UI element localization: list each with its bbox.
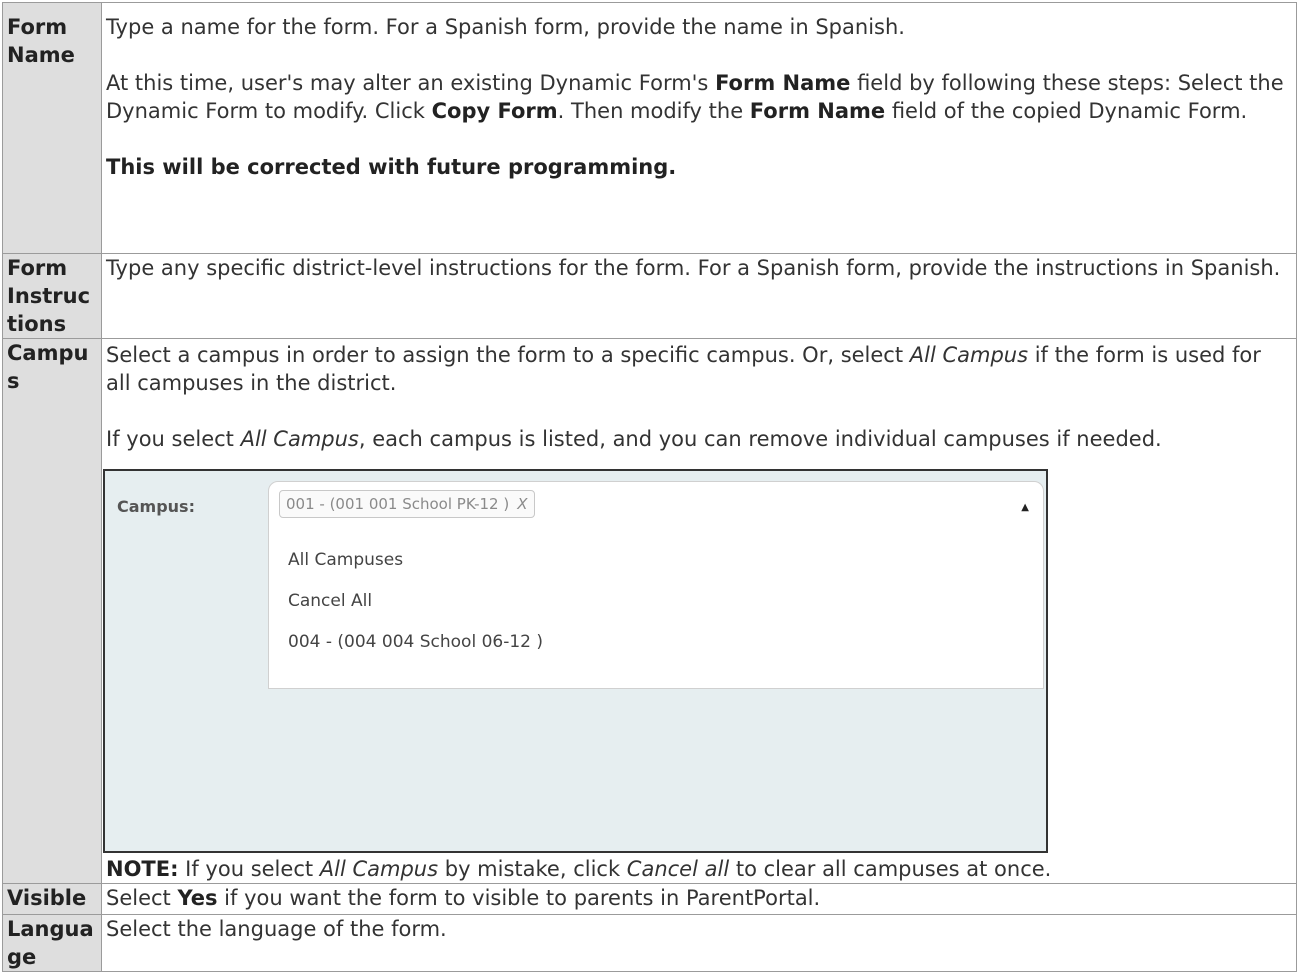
italic-term: All Campus: [319, 857, 439, 881]
italic-term: All Campus: [240, 427, 359, 451]
row-visible: Visible Select Yes if you want the form …: [2, 883, 1297, 915]
campus-dropdown-screenshot: Campus: 001 - (001 001 School PK-12 ) X ▲…: [103, 469, 1048, 853]
desc-paragraph: Select a campus in order to assign the f…: [106, 341, 1292, 397]
bold-term: Yes: [177, 886, 218, 910]
field-label-visible: Visible: [2, 883, 102, 915]
close-icon[interactable]: X: [517, 495, 527, 513]
campus-options-list: All Campuses Cancel All 004 - (004 004 S…: [268, 526, 1044, 689]
option-campus-004[interactable]: 004 - (004 004 School 06-12 ): [269, 622, 1043, 663]
bold-term: Form Name: [715, 71, 851, 95]
field-label-form-instructions: Form Instructions: [2, 253, 102, 339]
note-label: NOTE:: [106, 857, 179, 881]
text-span: to clear all campuses at once.: [729, 857, 1052, 881]
desc-paragraph: If you select All Campus, each campus is…: [106, 425, 1292, 453]
desc-paragraph: Type a name for the form. For a Spanish …: [106, 15, 905, 39]
field-label-form-name: Form Name: [2, 2, 102, 254]
row-form-instructions: Form Instructions Type any specific dist…: [2, 253, 1297, 339]
text-span: , each campus is listed, and you can rem…: [358, 427, 1162, 451]
text-span: If you select: [178, 857, 320, 881]
bold-term: Form Name: [749, 99, 886, 123]
italic-term: All Campus: [909, 343, 1029, 367]
text-span: field of the copied Dynamic Form.: [885, 99, 1248, 123]
field-definition-table: Form Name Type a name for the form. For …: [2, 2, 1297, 972]
text-span: At this time, user's may alter an existi…: [106, 71, 716, 95]
chip-label: 001 - (001 001 School PK-12 ): [286, 495, 510, 513]
campus-select[interactable]: 001 - (001 001 School PK-12 ) X ▲: [268, 481, 1044, 527]
field-desc-form-instructions: Type any specific district-level instruc…: [101, 253, 1297, 339]
text-span: Select: [106, 886, 178, 910]
desc-paragraph: At this time, user's may alter an existi…: [106, 69, 1292, 125]
field-desc-language: Select the language of the form.: [101, 914, 1297, 972]
field-desc-form-name: Type a name for the form. For a Spanish …: [101, 2, 1297, 254]
italic-term: Cancel all: [626, 857, 730, 881]
field-label-language: Language: [2, 914, 102, 972]
option-all-campuses[interactable]: All Campuses: [269, 540, 1043, 581]
option-cancel-all[interactable]: Cancel All: [269, 581, 1043, 622]
selected-campus-chip[interactable]: 001 - (001 001 School PK-12 ) X: [279, 490, 535, 518]
row-language: Language Select the language of the form…: [2, 914, 1297, 972]
field-desc-visible: Select Yes if you want the form to visib…: [101, 883, 1297, 915]
row-campus: Campus Select a campus in order to assig…: [2, 338, 1297, 884]
bold-warning: This will be corrected with future progr…: [106, 155, 677, 179]
campus-label: Campus:: [117, 497, 195, 516]
text-span: . Then modify the: [557, 99, 750, 123]
field-label-campus: Campus: [2, 338, 102, 884]
note-paragraph: NOTE: If you select All Campus by mistak…: [106, 855, 1292, 883]
caret-up-icon[interactable]: ▲: [1021, 494, 1029, 522]
field-desc-campus: Select a campus in order to assign the f…: [101, 338, 1297, 884]
bold-term: Copy Form: [431, 99, 558, 123]
row-form-name: Form Name Type a name for the form. For …: [2, 2, 1297, 254]
text-span: Select a campus in order to assign the f…: [106, 343, 910, 367]
warning-paragraph: This will be corrected with future progr…: [106, 153, 1292, 181]
text-span: if you want the form to visible to paren…: [217, 886, 821, 910]
text-span: by mistake, click: [438, 857, 627, 881]
text-span: If you select: [106, 427, 241, 451]
